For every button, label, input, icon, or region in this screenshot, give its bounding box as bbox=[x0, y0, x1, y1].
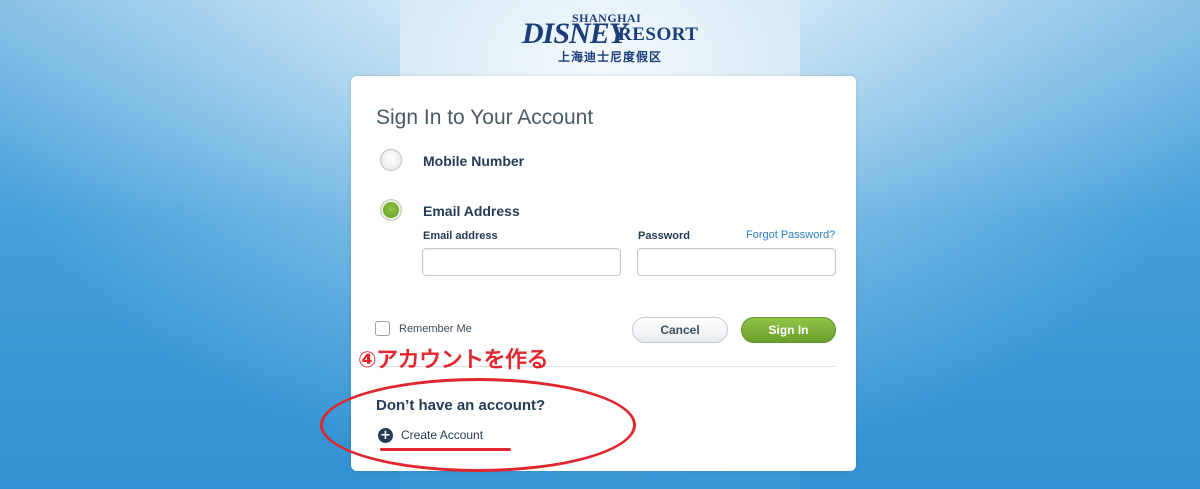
annotation-ellipse bbox=[320, 378, 636, 472]
logo-disney-text: DISNEY bbox=[522, 17, 627, 50]
annotation-label: ④アカウントを作る bbox=[358, 348, 549, 373]
sign-in-button[interactable]: Sign In bbox=[741, 317, 836, 343]
email-field-label: Email address bbox=[423, 230, 498, 242]
page-title: Sign In to Your Account bbox=[376, 106, 594, 129]
forgot-password-link[interactable]: Forgot Password? bbox=[746, 229, 835, 241]
remember-me-label[interactable]: Remember Me bbox=[399, 323, 472, 335]
mobile-number-radio[interactable] bbox=[380, 149, 402, 171]
mobile-number-label[interactable]: Mobile Number bbox=[423, 153, 524, 169]
background-right-glow bbox=[800, 0, 1200, 489]
password-field[interactable] bbox=[637, 248, 836, 276]
email-address-label[interactable]: Email Address bbox=[423, 203, 520, 219]
password-field-label: Password bbox=[638, 230, 690, 242]
shanghai-disney-logo[interactable]: SHANGHAI DISNEY RESORT 上海迪士尼度假区 bbox=[520, 8, 698, 68]
annotation-underline bbox=[380, 448, 511, 451]
cancel-button[interactable]: Cancel bbox=[632, 317, 728, 343]
remember-me-checkbox[interactable] bbox=[375, 321, 390, 336]
email-field[interactable] bbox=[422, 248, 621, 276]
logo-resort-text: RESORT bbox=[618, 24, 699, 45]
email-address-radio[interactable] bbox=[380, 199, 402, 221]
logo-chinese-text: 上海迪士尼度假区 bbox=[558, 50, 663, 64]
